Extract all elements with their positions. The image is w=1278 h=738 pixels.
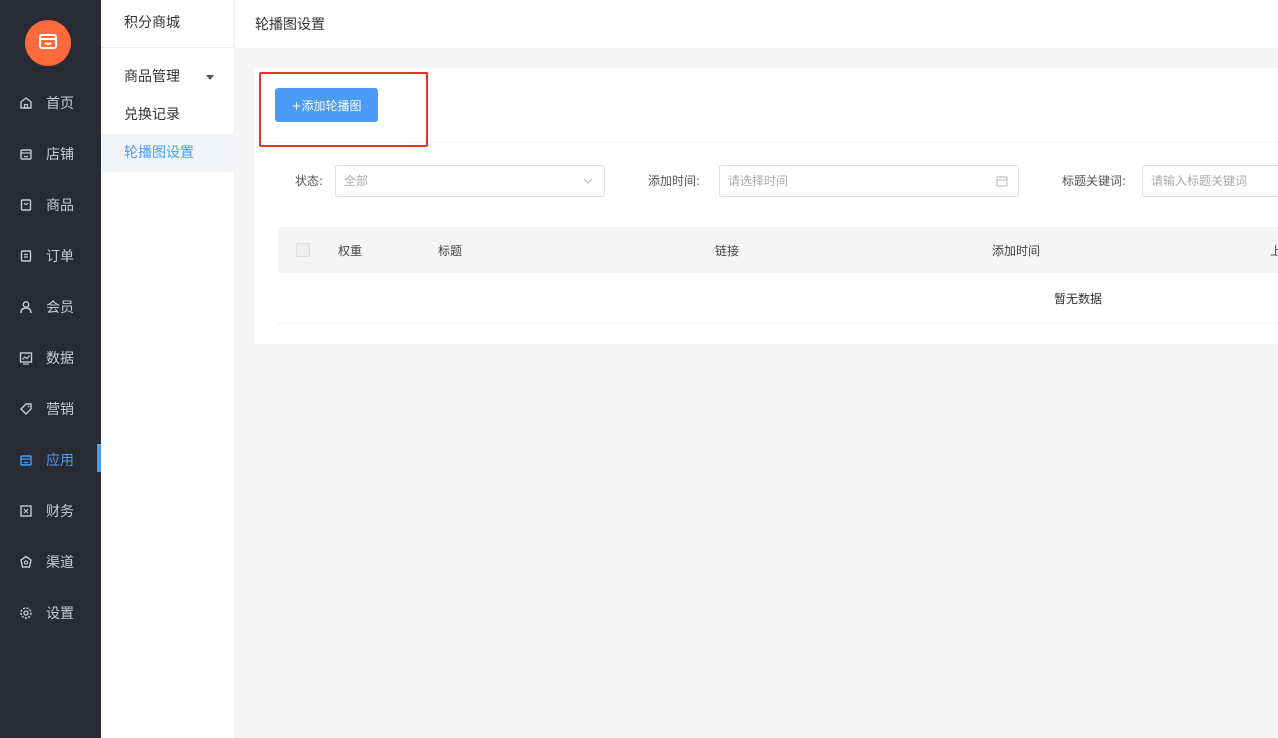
- gear-icon: [18, 605, 34, 621]
- channel-icon: [18, 554, 34, 570]
- nav-item-finance[interactable]: 财务: [0, 495, 101, 527]
- finance-icon: [18, 503, 34, 519]
- nav-item-product[interactable]: 商品: [0, 189, 101, 221]
- nav-item-label: 会员: [46, 300, 74, 316]
- time-picker[interactable]: 请选择时间: [719, 165, 1019, 197]
- nav-item-label: 商品: [46, 198, 74, 214]
- nav-item-member[interactable]: 会员: [0, 291, 101, 323]
- submenu-title: 积分商城: [101, 0, 234, 48]
- keyword-input[interactable]: 请输入标题关键词: [1142, 165, 1278, 197]
- nav-item-label: 店铺: [46, 147, 74, 163]
- nav-item-label: 设置: [46, 606, 74, 622]
- nav-item-store[interactable]: 店铺: [0, 138, 101, 170]
- column-header-title: 标题: [438, 244, 463, 258]
- caret-down-icon: [206, 75, 214, 80]
- nav-item-label: 渠道: [46, 555, 74, 571]
- nav-item-label: 首页: [46, 96, 74, 112]
- nav-item-channel[interactable]: 渠道: [0, 546, 101, 578]
- empty-table-text: 暂无数据: [1054, 292, 1103, 306]
- nav-item-data[interactable]: 数据: [0, 342, 101, 374]
- nav-item-order[interactable]: 订单: [0, 240, 101, 272]
- nav-item-label: 营销: [46, 402, 74, 418]
- nav-item-app[interactable]: 应用: [0, 444, 101, 476]
- submenu-item-label: 商品管理: [124, 69, 180, 85]
- select-all-checkbox[interactable]: [296, 243, 310, 257]
- submenu-item-label: 轮播图设置: [124, 145, 194, 161]
- submenu-item-carousel-settings[interactable]: 轮播图设置: [101, 134, 235, 172]
- page-title: 轮播图设置: [255, 17, 325, 33]
- time-filter-label: 添加时间:: [648, 174, 701, 188]
- status-select[interactable]: 全部: [335, 165, 605, 197]
- member-icon: [18, 299, 34, 315]
- product-icon: [18, 197, 34, 213]
- chart-icon: [18, 350, 34, 366]
- app-icon: [18, 452, 34, 468]
- column-header-truncated: 上: [1270, 244, 1278, 258]
- column-header-link: 链接: [715, 244, 740, 258]
- status-select-value: 全部: [344, 174, 369, 188]
- keyword-input-placeholder: 请输入标题关键词: [1151, 174, 1248, 188]
- table-bottom-border: [278, 323, 1278, 324]
- nav-item-marketing[interactable]: 营销: [0, 393, 101, 425]
- order-icon: [18, 248, 34, 264]
- store-icon: [18, 146, 34, 162]
- status-filter-label: 状态:: [295, 174, 324, 188]
- nav-item-label: 订单: [46, 249, 74, 265]
- sub-menu: 积分商城 商品管理 兑换记录 轮播图设置: [101, 0, 235, 738]
- table-header: 权重 标题 链接 添加时间 上: [278, 227, 1278, 273]
- home-icon: [18, 95, 34, 111]
- content-card: +添加轮播图 状态: 全部 添加时间: 请选择时间 标题关键词: 请输入标题关键…: [255, 68, 1278, 344]
- main-nav: 首页 店铺 商品 订单 会员 数据 营销 应用 财务 渠道 设置: [0, 0, 101, 738]
- add-carousel-button[interactable]: +添加轮播图: [275, 88, 378, 122]
- column-header-weight: 权重: [338, 244, 363, 258]
- nav-item-label: 数据: [46, 351, 74, 367]
- app-logo[interactable]: [25, 20, 71, 66]
- store-logo-icon: [37, 30, 59, 56]
- submenu-item-label: 兑换记录: [124, 107, 180, 123]
- nav-item-settings[interactable]: 设置: [0, 597, 101, 629]
- column-header-add-time: 添加时间: [992, 244, 1041, 258]
- time-picker-placeholder: 请选择时间: [728, 174, 789, 188]
- nav-item-home[interactable]: 首页: [0, 87, 101, 119]
- divider: [255, 142, 1278, 143]
- nav-item-label: 应用: [46, 453, 74, 469]
- page-header: 轮播图设置: [235, 0, 1278, 48]
- calendar-icon: [996, 175, 1008, 187]
- nav-item-label: 财务: [46, 504, 74, 520]
- tag-icon: [18, 401, 34, 417]
- submenu-item-exchange-records[interactable]: 兑换记录: [101, 96, 235, 134]
- submenu-item-product-management[interactable]: 商品管理: [101, 58, 235, 96]
- chevron-down-icon: [582, 175, 594, 187]
- keyword-filter-label: 标题关键词:: [1062, 174, 1127, 188]
